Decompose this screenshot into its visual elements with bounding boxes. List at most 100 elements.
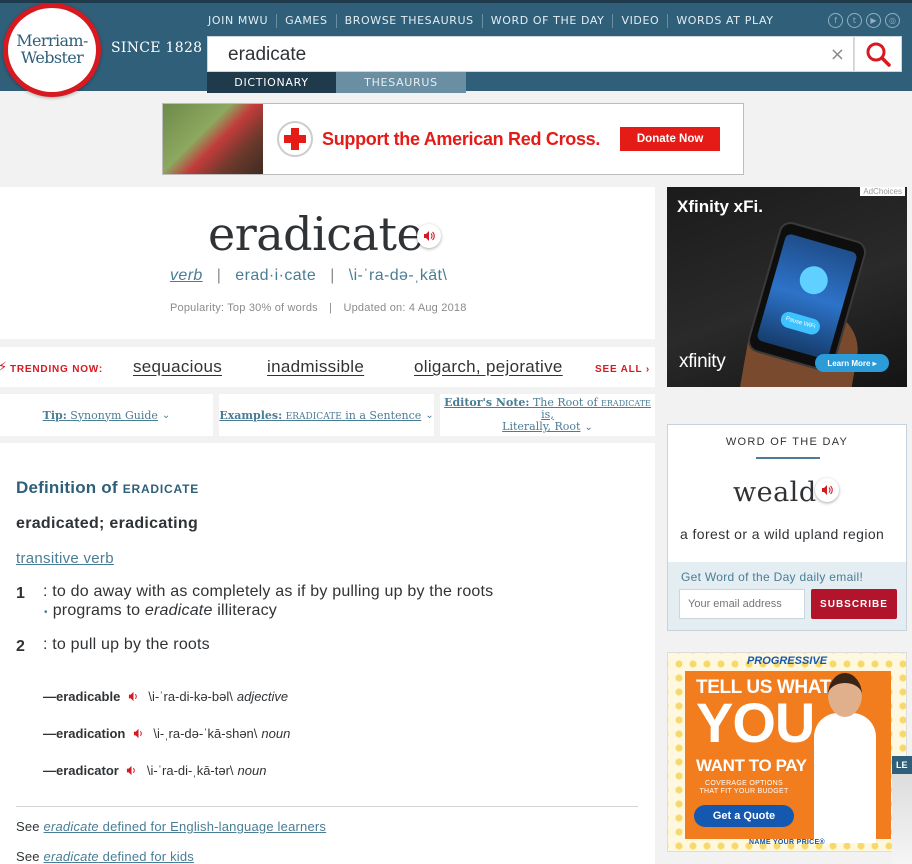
nav-word-of-the-day[interactable]: WORD OF THE DAY: [481, 14, 613, 28]
see-all-label: SEE ALL: [595, 364, 643, 375]
chevron-down-icon: ⌄: [584, 422, 593, 434]
speaker-icon: [822, 485, 833, 495]
search-icon: [866, 42, 891, 67]
search-input[interactable]: [228, 43, 808, 67]
search-button[interactable]: [854, 36, 902, 72]
chevron-down-icon: ⌄: [425, 409, 434, 421]
syllabification: erad·i·cate: [235, 267, 317, 284]
separator: |: [216, 267, 222, 284]
tip-editors-note[interactable]: Editor's Note: The Root of ERADICATE is,…: [440, 394, 655, 436]
name-your-price-tagline: NAME YOUR PRICE®: [749, 839, 825, 846]
popularity: Popularity: Top 30% of words: [170, 302, 318, 314]
chevron-down-icon: ⌄: [161, 409, 171, 421]
runon-audio-button[interactable]: [129, 724, 148, 742]
wotd-audio-button[interactable]: [815, 478, 839, 502]
clear-search-icon[interactable]: ×: [830, 44, 845, 65]
xfinity-ad-title: Xfinity xFi.: [677, 197, 763, 216]
search-box: ×: [207, 36, 854, 72]
function-label-link[interactable]: transitive verb: [16, 550, 114, 567]
runon-audio-button[interactable]: [122, 761, 141, 779]
site-header: SINCE 1828 JOIN MWU GAMES BROWSE THESAUR…: [0, 0, 912, 93]
part-of-speech-link[interactable]: verb: [170, 267, 203, 284]
tip-examples[interactable]: Examples: ERADICATE in a Sentence ⌄: [219, 394, 434, 436]
headword: eradicate: [208, 207, 424, 261]
trending-link-inadmissible[interactable]: inadmissible: [267, 357, 364, 377]
wotd-word[interactable]: weald: [733, 477, 817, 508]
definition-heading: Definition of ERADICATE: [16, 478, 199, 497]
sense-number: 1: [16, 585, 25, 602]
red-cross-icon: [284, 128, 306, 150]
chevron-right-icon: ›: [645, 364, 651, 375]
top-nav: JOIN MWU GAMES BROWSE THESAURUS WORD OF …: [200, 14, 782, 28]
examples-text: Examples: ERADICATE in a Sentence: [219, 408, 422, 422]
twitter-icon[interactable]: t: [847, 13, 862, 28]
nav-video[interactable]: VIDEO: [612, 14, 667, 28]
since-1828: SINCE 1828: [111, 40, 203, 56]
edge-tab[interactable]: LE: [892, 756, 912, 774]
separator: |: [330, 267, 335, 284]
ad-headline: Support the American Red Cross.: [322, 128, 601, 149]
house-icon: [796, 262, 832, 298]
ad-headline-3: WANT TO PAY: [696, 756, 807, 775]
red-cross-ad-banner[interactable]: Support the American Red Cross. Donate N…: [162, 103, 744, 175]
merriam-webster-logo[interactable]: Merriam- Webster: [3, 3, 101, 97]
speaker-icon: [128, 691, 137, 701]
donate-now-button[interactable]: Donate Now: [620, 127, 721, 151]
email-field[interactable]: [679, 589, 805, 619]
sense-definition: : to pull up by the roots: [43, 636, 210, 653]
instagram-icon[interactable]: ◎: [885, 13, 900, 28]
subscribe-button[interactable]: SUBSCRIBE: [811, 589, 897, 619]
editors-note-text: Editor's Note: The Root of ERADICATE is,…: [444, 395, 651, 434]
run-on-entry: —eradicator \i-ˈra-di-ˌkā-tər\ noun: [43, 761, 267, 779]
xfinity-ad[interactable]: AdChoices Xfinity xFi. Pause WiFi xfinit…: [667, 187, 907, 387]
tab-dictionary[interactable]: DICTIONARY: [207, 72, 336, 93]
dictionary-thesaurus-tabs: DICTIONARY THESAURUS: [207, 72, 466, 93]
trending-label: TRENDING NOW:: [10, 364, 103, 375]
ad-subtext: COVERAGE OPTIONS THAT FIT YOUR BUDGET: [699, 780, 789, 796]
separator: |: [329, 302, 333, 314]
facebook-icon[interactable]: f: [828, 13, 843, 28]
wotd-divider: [756, 457, 820, 459]
speaker-icon: [424, 231, 435, 241]
kids-definition-link[interactable]: eradicate defined for kids: [44, 849, 194, 864]
speaker-icon: [127, 765, 136, 775]
tip-synonym-guide[interactable]: Tip: Synonym Guide ⌄: [0, 394, 213, 436]
inflections: eradicated; eradicating: [16, 515, 199, 532]
pause-wifi-label: Pause WiFi: [778, 310, 822, 337]
adchoices-badge[interactable]: AdChoices: [860, 187, 905, 196]
xfinity-logo: xfinity: [679, 351, 726, 372]
nav-join-mwu[interactable]: JOIN MWU: [200, 14, 276, 28]
popularity-line: Popularity: Top 30% of words | Updated o…: [170, 302, 467, 314]
see-all-link[interactable]: SEE ALL ›: [595, 364, 650, 375]
youtube-icon[interactable]: ▶: [866, 13, 881, 28]
run-on-entry: —eradicable \i-ˈra-di-kə-bəl\ adjective: [43, 687, 289, 705]
learners-definition-link[interactable]: eradicate defined for English-language l…: [44, 819, 327, 834]
progressive-logo: PROGRESSIVE: [746, 655, 828, 667]
trending-link-oligarch[interactable]: oligarch, pejorative: [414, 357, 563, 377]
trending-bolt-icon: ⚡: [0, 360, 8, 375]
tip-text: Tip: Synonym Guide: [42, 408, 158, 422]
headword-audio-button[interactable]: [417, 224, 441, 248]
sense-number: 2: [16, 638, 25, 655]
see-kids-line: See eradicate defined for kids: [16, 849, 195, 864]
red-cross-logo: [277, 121, 313, 157]
spokesperson-image: [808, 673, 878, 843]
social-links: f t ▶ ◎: [828, 13, 900, 28]
tab-thesaurus[interactable]: THESAURUS: [336, 72, 466, 93]
progressive-ad[interactable]: PROGRESSIVE TELL US WHAT YOU WANT TO PAY…: [667, 652, 907, 852]
entry-pos-line: verb | erad·i·cate | \i-ˈra-də-ˌkāt\: [170, 267, 447, 285]
nav-games[interactable]: GAMES: [276, 14, 335, 28]
bullet-icon: •: [44, 607, 48, 618]
speaker-icon: [133, 728, 142, 738]
trending-link-sequacious[interactable]: sequacious: [133, 357, 222, 377]
sense-definition: : to do away with as completely as if by…: [43, 583, 494, 600]
nav-words-at-play[interactable]: WORDS AT PLAY: [667, 14, 781, 28]
learn-more-button[interactable]: Learn More ▸: [815, 354, 889, 372]
edge-strip: [892, 774, 912, 864]
runon-audio-button[interactable]: [124, 687, 143, 705]
nav-browse-thesaurus[interactable]: BROWSE THESAURUS: [335, 14, 482, 28]
run-on-entry: —eradication \i-ˌra-də-ˈkā-shən\ noun: [43, 724, 291, 742]
get-a-quote-button[interactable]: Get a Quote: [694, 805, 794, 827]
sense-example: • programs to eradicate illiteracy: [44, 602, 277, 619]
divider: [16, 806, 638, 807]
